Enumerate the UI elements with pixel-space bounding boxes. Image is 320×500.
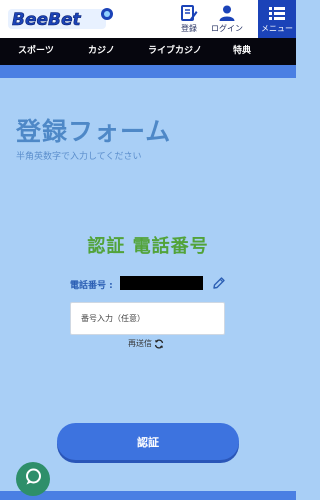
login-button[interactable]: ログイン <box>210 0 244 38</box>
nav-item-casino[interactable]: カジノ <box>88 38 115 65</box>
verification-code-input[interactable] <box>70 302 225 335</box>
bottom-strip <box>0 491 296 500</box>
verify-button[interactable]: 認証 <box>57 423 239 460</box>
login-label: ログイン <box>211 24 243 33</box>
main-nav: スポーツ カジノ ライブカジノ 特典 <box>0 38 296 65</box>
page-title: 登録フォーム <box>16 117 172 146</box>
menu-button[interactable]: メニュー <box>258 0 296 38</box>
refresh-icon <box>154 338 164 349</box>
phone-number-redacted <box>120 276 203 290</box>
menu-label: メニュー <box>261 24 293 33</box>
chat-button[interactable] <box>16 462 50 496</box>
nav-item-live-casino[interactable]: ライブカジノ <box>148 38 202 65</box>
pencil-icon[interactable] <box>212 275 226 289</box>
list-menu-icon <box>266 3 288 23</box>
page-subtitle: 半角英数字で入力してください <box>16 152 142 162</box>
edit-document-icon <box>178 3 200 23</box>
register-label: 登録 <box>181 24 197 33</box>
beebet-logo[interactable]: BeeBet <box>8 5 114 33</box>
user-icon <box>216 3 238 23</box>
accent-strip <box>0 65 296 78</box>
header: BeeBet 登録 ログイン メニュー <box>0 0 296 38</box>
nav-item-sports[interactable]: スポーツ <box>18 38 54 65</box>
nav-item-bonus[interactable]: 特典 <box>233 38 251 65</box>
register-button[interactable]: 登録 <box>176 0 202 38</box>
resend-label: 再送信 <box>128 339 152 348</box>
phone-label: 電話番号 : <box>70 281 113 291</box>
chat-bubble-icon <box>23 467 43 491</box>
resend-button[interactable]: 再送信 <box>128 338 164 349</box>
auth-heading: 認証 電話番号 <box>87 236 209 257</box>
logo-text: BeeBet <box>12 10 82 30</box>
